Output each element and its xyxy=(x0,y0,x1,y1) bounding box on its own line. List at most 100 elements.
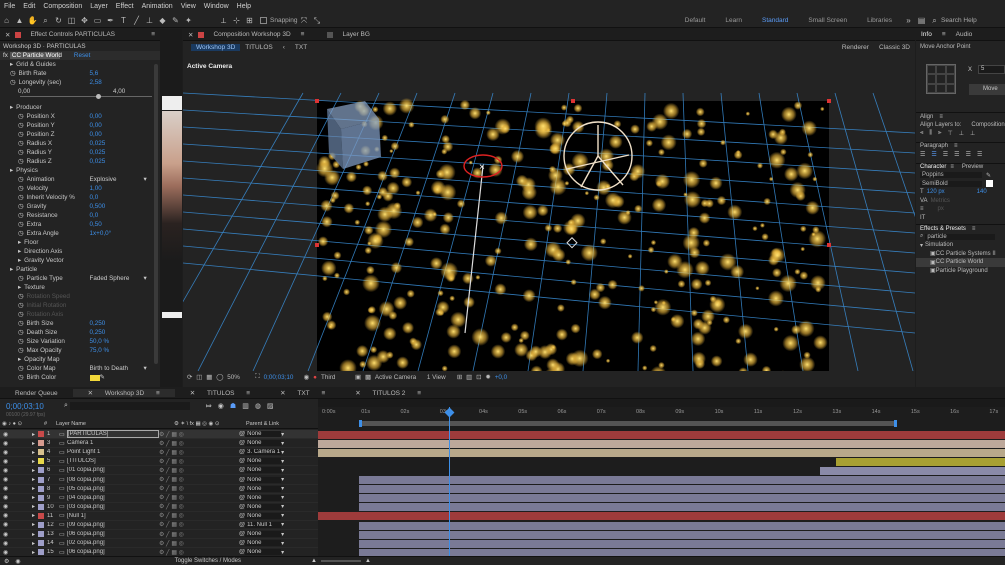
close-icon[interactable]: ✕ xyxy=(0,31,15,39)
resolution-select[interactable]: Third xyxy=(321,374,351,381)
close-icon[interactable]: ✕ xyxy=(350,390,367,397)
menu-view[interactable]: View xyxy=(177,3,200,10)
layer-duration-bar[interactable] xyxy=(318,512,1005,521)
tab-layer-bg[interactable]: Layer BG xyxy=(337,31,374,38)
justify-right-icon[interactable]: ☰ xyxy=(977,151,982,158)
fx-param-row[interactable]: ◷ Gravity 0,500 xyxy=(0,202,160,211)
roi-icon[interactable]: ▣ xyxy=(355,374,361,381)
tab-menu-icon[interactable]: ≡ xyxy=(410,390,426,397)
subtab-workshop-3d[interactable]: Workshop 3D xyxy=(191,43,241,51)
dropdown-arrow-icon[interactable]: ▾ xyxy=(281,458,284,465)
color-channel-icon[interactable]: ● xyxy=(313,374,317,381)
fx-param-row[interactable]: ◷ Max Opacity 75,0 % xyxy=(0,346,160,355)
local-axis-icon[interactable]: ⟂ xyxy=(218,15,229,26)
character-menu-icon[interactable]: ≡ xyxy=(950,164,954,170)
visibility-eye-icon[interactable]: ◉ xyxy=(0,531,12,538)
fx-param-value[interactable]: 0,50 xyxy=(90,221,102,228)
layer-row[interactable]: ◉ ▸ 4 ▭ Point Light 1 ⚙ ╱ ▦ ◎ @ 3. Camera 1 ▾ xyxy=(0,448,318,458)
label-color-swatch[interactable] xyxy=(38,494,45,501)
layer-lock-icon[interactable] xyxy=(327,31,334,38)
menu-layer[interactable]: Layer xyxy=(86,3,112,10)
visibility-eye-icon[interactable]: ◉ xyxy=(0,549,12,556)
fx-param-row[interactable]: ◷ Radius X 0,025 xyxy=(0,139,160,148)
fx-param-select[interactable]: Birth to Death xyxy=(90,365,144,372)
font-family-select[interactable]: Poppins xyxy=(920,172,982,179)
anchor-cell[interactable] xyxy=(936,65,946,75)
stopwatch-icon[interactable]: ◷ xyxy=(18,194,24,201)
3d-draft-icon[interactable]: ⊡ xyxy=(476,374,481,381)
subtab-txt[interactable]: TXT xyxy=(290,44,312,51)
dropdown-arrow-icon[interactable]: ▾ xyxy=(144,365,147,372)
category-chevron-icon[interactable]: ▾ xyxy=(920,242,923,249)
fx-param-value[interactable]: 0,0 xyxy=(90,194,99,201)
layer-name[interactable]: [09 copia.png] xyxy=(67,522,159,528)
paragraph-menu-icon[interactable]: ≡ xyxy=(954,143,958,149)
effects-menu-icon[interactable]: ≡ xyxy=(972,226,976,232)
timeline-search-field[interactable] xyxy=(69,402,190,410)
align-hcenter-icon[interactable]: ⫼ xyxy=(929,130,932,137)
exposure-icon[interactable]: ✹ xyxy=(485,374,490,381)
fx-param-row[interactable]: ◷ Resistance 0,0 xyxy=(0,211,160,220)
layer-row[interactable]: ◉ ▸ 3 ▭ Camera 1 ⚙ ╱ ▦ ◎ @ None ▾ xyxy=(0,439,318,449)
twirl-chevron-icon[interactable]: ▸ xyxy=(32,476,35,483)
label-color-swatch[interactable] xyxy=(38,512,45,519)
workspace-libraries[interactable]: Libraries xyxy=(857,17,902,24)
twirl-chevron-icon[interactable]: ▸ xyxy=(32,521,35,528)
dropdown-arrow-icon[interactable]: ▾ xyxy=(144,176,147,183)
layer-name[interactable]: [TITULOS] xyxy=(67,458,159,464)
parent-select[interactable]: 3. Camera 1 xyxy=(245,449,282,456)
anchor-grid[interactable] xyxy=(926,64,956,94)
subtab-titulos[interactable]: TITULOS xyxy=(240,44,277,51)
layer-row[interactable]: ◉ ▸ 11 ▭ [Null 1] ⚙ ╱ ▦ ◎ @ None ▾ xyxy=(0,512,318,521)
fx-param-row[interactable]: ◷ Rotation Axis xyxy=(0,310,160,319)
home-icon[interactable]: ⌂ xyxy=(1,15,12,26)
layer-duration-bar[interactable] xyxy=(318,439,1005,448)
preset-item[interactable]: ▣ CC Particle World xyxy=(916,258,1005,267)
parent-select[interactable]: None xyxy=(245,549,282,556)
justify-center-icon[interactable]: ☰ xyxy=(966,151,971,158)
anchor-cell[interactable] xyxy=(927,83,937,93)
layer-switches[interactable]: ⚙ ╱ ▦ ◎ xyxy=(159,467,239,474)
stroke-unit[interactable]: px xyxy=(938,206,944,212)
layer-switches[interactable]: ⚙ ╱ ▦ ◎ xyxy=(159,512,239,519)
stopwatch-icon[interactable]: ◷ xyxy=(18,131,24,138)
layer-duration-bar[interactable] xyxy=(359,485,1005,494)
twirl-chevron-icon[interactable]: ▸ xyxy=(32,440,35,447)
more-workspaces-icon[interactable]: » xyxy=(903,15,914,26)
composition-lock-icon[interactable] xyxy=(198,31,205,38)
stopwatch-icon[interactable]: ◷ xyxy=(18,347,24,354)
align-bottom-icon[interactable]: ⊥ xyxy=(970,130,975,137)
align-vcenter-icon[interactable]: ⊥ xyxy=(959,130,964,137)
layer-switches[interactable]: ⚙ ╱ ▦ ◎ xyxy=(159,503,239,510)
fx-param-value[interactable]: 1x+0,0° xyxy=(90,230,112,237)
dropdown-arrow-icon[interactable]: ▾ xyxy=(281,531,284,538)
dropdown-arrow-icon[interactable]: ▾ xyxy=(281,549,284,556)
dropdown-arrow-icon[interactable]: ▾ xyxy=(281,449,284,456)
clone-tool-icon[interactable]: ⊥ xyxy=(144,15,155,26)
layer-switches[interactable]: ⚙ ╱ ▦ ◎ xyxy=(159,485,239,492)
fx-param-value[interactable]: 1,00 xyxy=(90,185,102,192)
layer-row[interactable]: ◉ ▸ 5 ▭ [TITULOS] ⚙ ╱ ▦ ◎ @ None ▾ xyxy=(0,457,318,467)
parent-select[interactable]: None xyxy=(245,512,282,519)
stopwatch-icon[interactable]: ◷ xyxy=(18,221,24,228)
transparency-icon[interactable]: ▩ xyxy=(365,374,371,381)
preset-item[interactable]: ▣ Particle Playground xyxy=(916,267,1005,276)
layer-switches[interactable]: ⚙ ╱ ▦ ◎ xyxy=(159,531,239,538)
parent-select[interactable]: None xyxy=(245,458,282,465)
fx-icon[interactable]: fx xyxy=(3,52,8,59)
twirl-chevron-icon[interactable]: ▸ xyxy=(18,284,21,291)
fx-param-value[interactable]: 2,58 xyxy=(90,79,102,86)
fx-param-row[interactable]: ◷ Birth Rate 5,6 xyxy=(0,69,160,78)
snapping-checkbox[interactable] xyxy=(260,16,267,24)
label-color-swatch[interactable] xyxy=(38,485,45,492)
panel-menu-icon[interactable]: ≡ xyxy=(296,31,310,38)
renderer-value[interactable]: Classic 3D xyxy=(874,44,915,51)
leading-value[interactable]: 140 xyxy=(977,189,987,195)
motion-blur-icon[interactable]: ◍ xyxy=(255,402,261,410)
fx-param-row[interactable]: ◷ Animation Explosive ▾ xyxy=(0,175,160,184)
stopwatch-icon[interactable]: ◷ xyxy=(18,338,24,345)
anchor-cell[interactable] xyxy=(945,65,955,75)
menu-help[interactable]: Help xyxy=(233,3,255,10)
frame-render-icon[interactable]: ◉ xyxy=(15,558,20,565)
exposure-value[interactable]: +0,0 xyxy=(495,374,507,381)
